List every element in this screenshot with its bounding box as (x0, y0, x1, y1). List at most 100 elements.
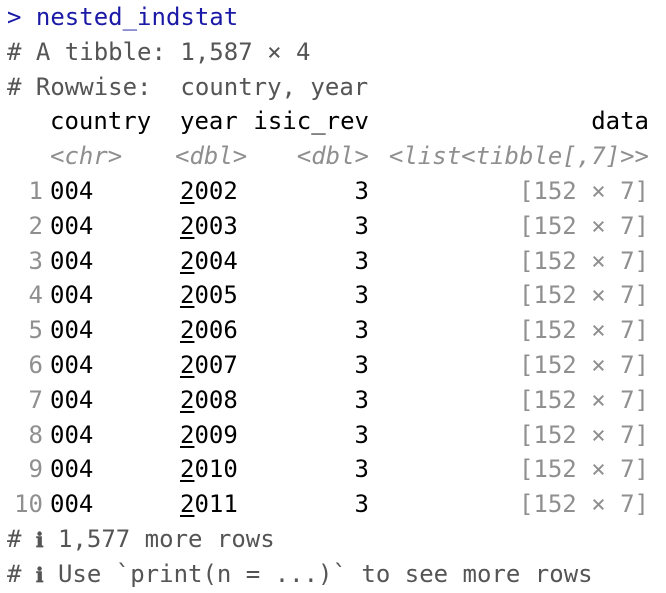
column-header-country: country (50, 107, 152, 136)
row-number: 9 (28, 455, 43, 484)
cell-year: 2007 (180, 348, 238, 383)
cell-isic-rev: 3 (354, 176, 369, 205)
row-number: 6 (28, 350, 43, 379)
cell-year: 2006 (180, 313, 238, 348)
cell-data: [152 × 7] (518, 455, 649, 484)
cell-year: 2003 (180, 209, 238, 244)
table-row: 2 004 2003 3 [152 × 7] (7, 209, 659, 244)
year-remaining-digits: 005 (194, 281, 238, 310)
row-number: 3 (28, 246, 43, 275)
prompt-symbol: > (7, 3, 22, 31)
cell-isic-rev: 3 (354, 420, 369, 449)
year-thousands-digit: 2 (180, 316, 195, 345)
column-header-data: data (591, 107, 649, 136)
year-remaining-digits: 010 (194, 455, 238, 484)
print-hint-comment: # ℹ Use `print(n = ...)` to see more row… (7, 557, 659, 592)
year-thousands-digit: 2 (180, 281, 195, 310)
row-number: 4 (28, 281, 43, 310)
cell-data: [152 × 7] (518, 350, 649, 379)
column-type-country: <chr> (50, 142, 123, 171)
cell-year: 2008 (180, 383, 238, 418)
row-number: 5 (28, 316, 43, 345)
cell-country: 004 (50, 281, 94, 310)
cell-year: 2011 (180, 487, 238, 522)
cell-isic-rev: 3 (354, 385, 369, 414)
table-row: 5 004 2006 3 [152 × 7] (7, 313, 659, 348)
cell-isic-rev: 3 (354, 350, 369, 379)
tibble-dimensions-comment: # A tibble: 1,587 × 4 (7, 37, 311, 66)
table-row: 1 004 2002 3 [152 × 7] (7, 174, 659, 209)
info-icon: ℹ (35, 527, 44, 552)
cell-data: [152 × 7] (518, 420, 649, 449)
row-number: 7 (28, 385, 43, 414)
tibble-rows: 1 004 2002 3 [152 × 7] 2 004 2003 3 [152 × 7] 3 004… (7, 174, 659, 522)
cell-year: 2010 (180, 452, 238, 487)
cell-data: [152 × 7] (518, 385, 649, 414)
print-hint-text: Use `print(n = ...)` to see more rows (57, 559, 593, 588)
year-thousands-digit: 2 (180, 455, 195, 484)
year-remaining-digits: 009 (194, 420, 238, 449)
cell-isic-rev: 3 (354, 211, 369, 240)
column-header-year: year (180, 107, 238, 136)
year-thousands-digit: 2 (180, 420, 195, 449)
table-row: 4 004 2005 3 [152 × 7] (7, 278, 659, 313)
year-thousands-digit: 2 (180, 350, 195, 379)
table-row: 3 004 2004 3 [152 × 7] (7, 244, 659, 279)
column-header-isic-rev: isic_rev (253, 107, 369, 136)
cell-year: 2005 (180, 278, 238, 313)
cell-isic-rev: 3 (354, 281, 369, 310)
column-type-isic-rev: <dbl> (296, 142, 369, 171)
table-row: 6 004 2007 3 [152 × 7] (7, 348, 659, 383)
table-row: 7 004 2008 3 [152 × 7] (7, 383, 659, 418)
row-number: 1 (28, 176, 43, 205)
year-thousands-digit: 2 (180, 385, 195, 414)
cell-data: [152 × 7] (518, 316, 649, 345)
year-remaining-digits: 004 (194, 246, 238, 275)
row-number: 8 (28, 420, 43, 449)
year-remaining-digits: 006 (194, 316, 238, 345)
year-remaining-digits: 011 (194, 490, 238, 519)
column-type-year: <dbl> (175, 142, 248, 171)
command-text: nested_indstat (35, 3, 239, 31)
cell-country: 004 (50, 455, 94, 484)
cell-data: [152 × 7] (518, 211, 649, 240)
cell-isic-rev: 3 (354, 490, 369, 519)
cell-country: 004 (50, 246, 94, 275)
row-number: 10 (14, 490, 43, 519)
info-icon: ℹ (35, 562, 44, 587)
table-row: 8 004 2009 3 [152 × 7] (7, 418, 659, 453)
table-row: 9 004 2010 3 [152 × 7] (7, 452, 659, 487)
more-rows-text: 1,577 more rows (57, 524, 275, 553)
cell-data: [152 × 7] (518, 246, 649, 275)
year-thousands-digit: 2 (180, 246, 195, 275)
cell-isic-rev: 3 (354, 455, 369, 484)
cell-country: 004 (50, 176, 94, 205)
cell-data: [152 × 7] (518, 176, 649, 205)
year-remaining-digits: 007 (194, 350, 238, 379)
comment-prefix: # (7, 524, 22, 553)
column-type-data: <list<tibble[,7]>> (388, 142, 649, 171)
year-remaining-digits: 003 (194, 211, 238, 240)
year-remaining-digits: 002 (194, 176, 238, 205)
year-thousands-digit: 2 (180, 211, 195, 240)
cell-country: 004 (50, 316, 94, 345)
cell-country: 004 (50, 490, 94, 519)
cell-year: 2002 (180, 174, 238, 209)
column-type-row: <chr> <dbl> <dbl> <list<tibble[,7]>> (7, 139, 659, 174)
row-number: 2 (28, 211, 43, 240)
cell-year: 2009 (180, 418, 238, 453)
cell-year: 2004 (180, 244, 238, 279)
year-thousands-digit: 2 (180, 490, 195, 519)
more-rows-comment: # ℹ 1,577 more rows (7, 522, 659, 557)
r-console-output: > nested_indstat # A tibble: 1,587 × 4 #… (7, 0, 659, 592)
rowwise-comment: # Rowwise: country, year (7, 72, 369, 101)
cell-isic-rev: 3 (354, 246, 369, 275)
cell-country: 004 (50, 420, 94, 449)
column-header-row: country year isic_rev data (7, 104, 659, 139)
cell-data: [152 × 7] (518, 490, 649, 519)
year-thousands-digit: 2 (180, 176, 195, 205)
cell-country: 004 (50, 350, 94, 379)
comment-prefix: # (7, 559, 22, 588)
table-row: 10 004 2011 3 [152 × 7] (7, 487, 659, 522)
cell-country: 004 (50, 211, 94, 240)
